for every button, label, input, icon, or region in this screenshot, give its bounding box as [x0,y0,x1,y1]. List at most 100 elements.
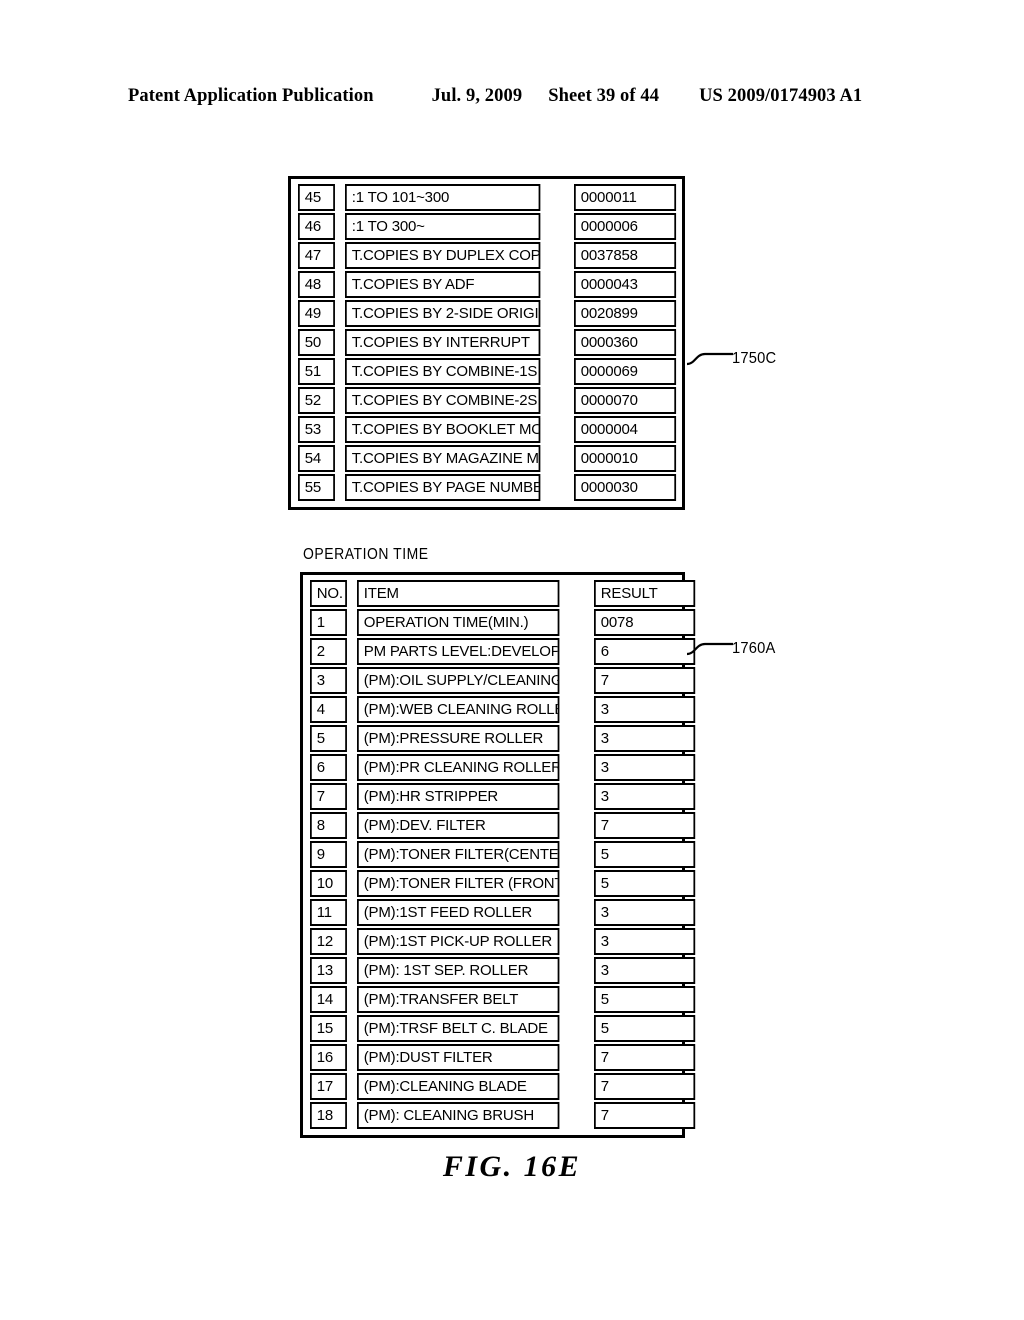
cell-result: RESULT [594,580,696,607]
cell-item-text: (PM):1ST FEED ROLLER [363,904,533,921]
cell-item-text: (PM):PR CLEANING ROLLER [363,759,560,776]
cell-no-text: 50 [304,334,322,351]
cell-result: 0000360 [574,329,677,356]
cell-no: NO. [310,580,347,607]
cell-item: T.COPIES BY DUPLEX COPY [345,242,541,269]
table-row: 9 (PM):TONER FILTER(CENTER) 5 [310,841,696,868]
cell-result-text: 7 [600,1078,609,1095]
cell-no: 9 [310,841,347,868]
reference-numeral-1750c: 1750C [732,350,777,367]
cell-result: 3 [594,783,696,810]
cell-item-text: (PM):HR STRIPPER [363,788,499,805]
cell-result: 3 [594,899,696,926]
cell-item: (PM):CLEANING BLADE [357,1073,560,1100]
cell-result-text: 0078 [600,614,634,631]
cell-no-text: 5 [316,730,325,747]
cell-no: 48 [298,271,335,298]
cell-no: 53 [298,416,335,443]
cell-no: 51 [298,358,335,385]
cell-result-text: 0000006 [580,218,638,235]
cell-no-text: 48 [304,276,322,293]
cell-item-text: (PM):TONER FILTER (FRONT) [363,875,560,892]
cell-result: 0000004 [574,416,677,443]
table-row: 15 (PM):TRSF BELT C. BLADE 5 [310,1015,696,1042]
cell-no-text: 15 [316,1020,334,1037]
cell-result-text: 7 [600,1049,609,1066]
cell-result-text: 0037858 [580,247,638,264]
cell-result-text: 0000360 [580,334,638,351]
table-row: 55 T.COPIES BY PAGE NUMBERING 0000030 [298,474,677,501]
cell-result-text: 3 [600,788,609,805]
cell-no: 54 [298,445,335,472]
cell-no-text: 7 [316,788,325,805]
cell-item: T.COPIES BY BOOKLET MODE [345,416,541,443]
cell-no: 16 [310,1044,347,1071]
cell-result-text: 0000030 [580,479,638,496]
cell-result-text: 0000043 [580,276,638,293]
table-row: 2 PM PARTS LEVEL:DEVELOPER 6 [310,638,696,665]
cell-no-text: 53 [304,421,322,438]
cell-no: 4 [310,696,347,723]
cell-item: T.COPIES BY PAGE NUMBERING [345,474,541,501]
cell-no: 52 [298,387,335,414]
cell-item: (PM):DUST FILTER [357,1044,560,1071]
cell-no: 46 [298,213,335,240]
table-row: 11 (PM):1ST FEED ROLLER 3 [310,899,696,926]
cell-item-text: (PM):PRESSURE ROLLER [363,730,544,747]
table-row: 45:1 TO 101~300 0000011 [298,184,677,211]
cell-result: 0037858 [574,242,677,269]
cell-result-text: 3 [600,701,609,718]
cell-item: T.COPIES BY 2-SIDE ORIGINAL [345,300,541,327]
cell-no-text: 47 [304,247,322,264]
table-row: 7 (PM):HR STRIPPER 3 [310,783,696,810]
cell-result: 7 [594,667,696,694]
cell-item: (PM): CLEANING BRUSH [357,1102,560,1129]
operation-time-table: NO. ITEM RESULT 1 OPERATION TIME(MIN.) 0078 2 P… [300,572,696,1138]
cell-item-text: ITEM [363,585,399,602]
table-row: 3 (PM):OIL SUPPLY/CLEANING WEB 7 [310,667,696,694]
cell-result: 6 [594,638,696,665]
cell-no: 1 [310,609,347,636]
table-row: 13 (PM): 1ST SEP. ROLLER 3 [310,957,696,984]
table-row: 18 (PM): CLEANING BRUSH 7 [310,1102,696,1129]
cell-no-text: 9 [316,846,325,863]
cell-item: (PM):TONER FILTER (FRONT) [357,870,560,897]
table-row: 53 T.COPIES BY BOOKLET MODE 0000004 [298,416,677,443]
cell-item: ITEM [357,580,560,607]
cell-item-text: T.COPIES BY MAGAZINE MODE [351,450,539,467]
cell-item-text: (PM):DUST FILTER [363,1049,493,1066]
cell-no: 5 [310,725,347,752]
figure-caption: FIG. 16E [442,1150,582,1183]
cell-no-text: 45 [304,189,322,206]
cell-no-text: NO. [316,585,343,602]
table-row: 47 T.COPIES BY DUPLEX COPY 0037858 [298,242,677,269]
cell-no-text: 54 [304,450,322,467]
cell-no: 47 [298,242,335,269]
cell-result-text: 3 [600,904,609,921]
reference-numeral-1760a: 1760A [732,640,776,657]
cell-result-text: 7 [600,1107,609,1124]
table-header-row: NO. ITEM RESULT [310,580,696,607]
cell-item: T.COPIES BY COMBINE-1SIDE [345,358,541,385]
cell-result: 5 [594,870,696,897]
cell-result: 0000011 [574,184,677,211]
cell-item: (PM):OIL SUPPLY/CLEANING WEB [357,667,560,694]
cell-result: 3 [594,928,696,955]
table-row: 5 (PM):PRESSURE ROLLER 3 [310,725,696,752]
cell-result-text: 0000011 [580,189,637,206]
cell-result: 7 [594,1102,696,1129]
cell-no: 49 [298,300,335,327]
cell-no: 7 [310,783,347,810]
cell-no-text: 1 [316,614,325,631]
cell-item-text: OPERATION TIME(MIN.) [363,614,529,631]
cell-result: 3 [594,754,696,781]
cell-no-text: 16 [316,1049,334,1066]
cell-no: 18 [310,1102,347,1129]
cell-result: 0000030 [574,474,677,501]
cell-no: 2 [310,638,347,665]
cell-item-text: T.COPIES BY COMBINE-1SIDE [351,363,541,380]
cell-no: 55 [298,474,335,501]
table-row: 10 (PM):TONER FILTER (FRONT) 5 [310,870,696,897]
cell-item: (PM):TRANSFER BELT [357,986,560,1013]
cell-no-text: 17 [316,1078,334,1095]
